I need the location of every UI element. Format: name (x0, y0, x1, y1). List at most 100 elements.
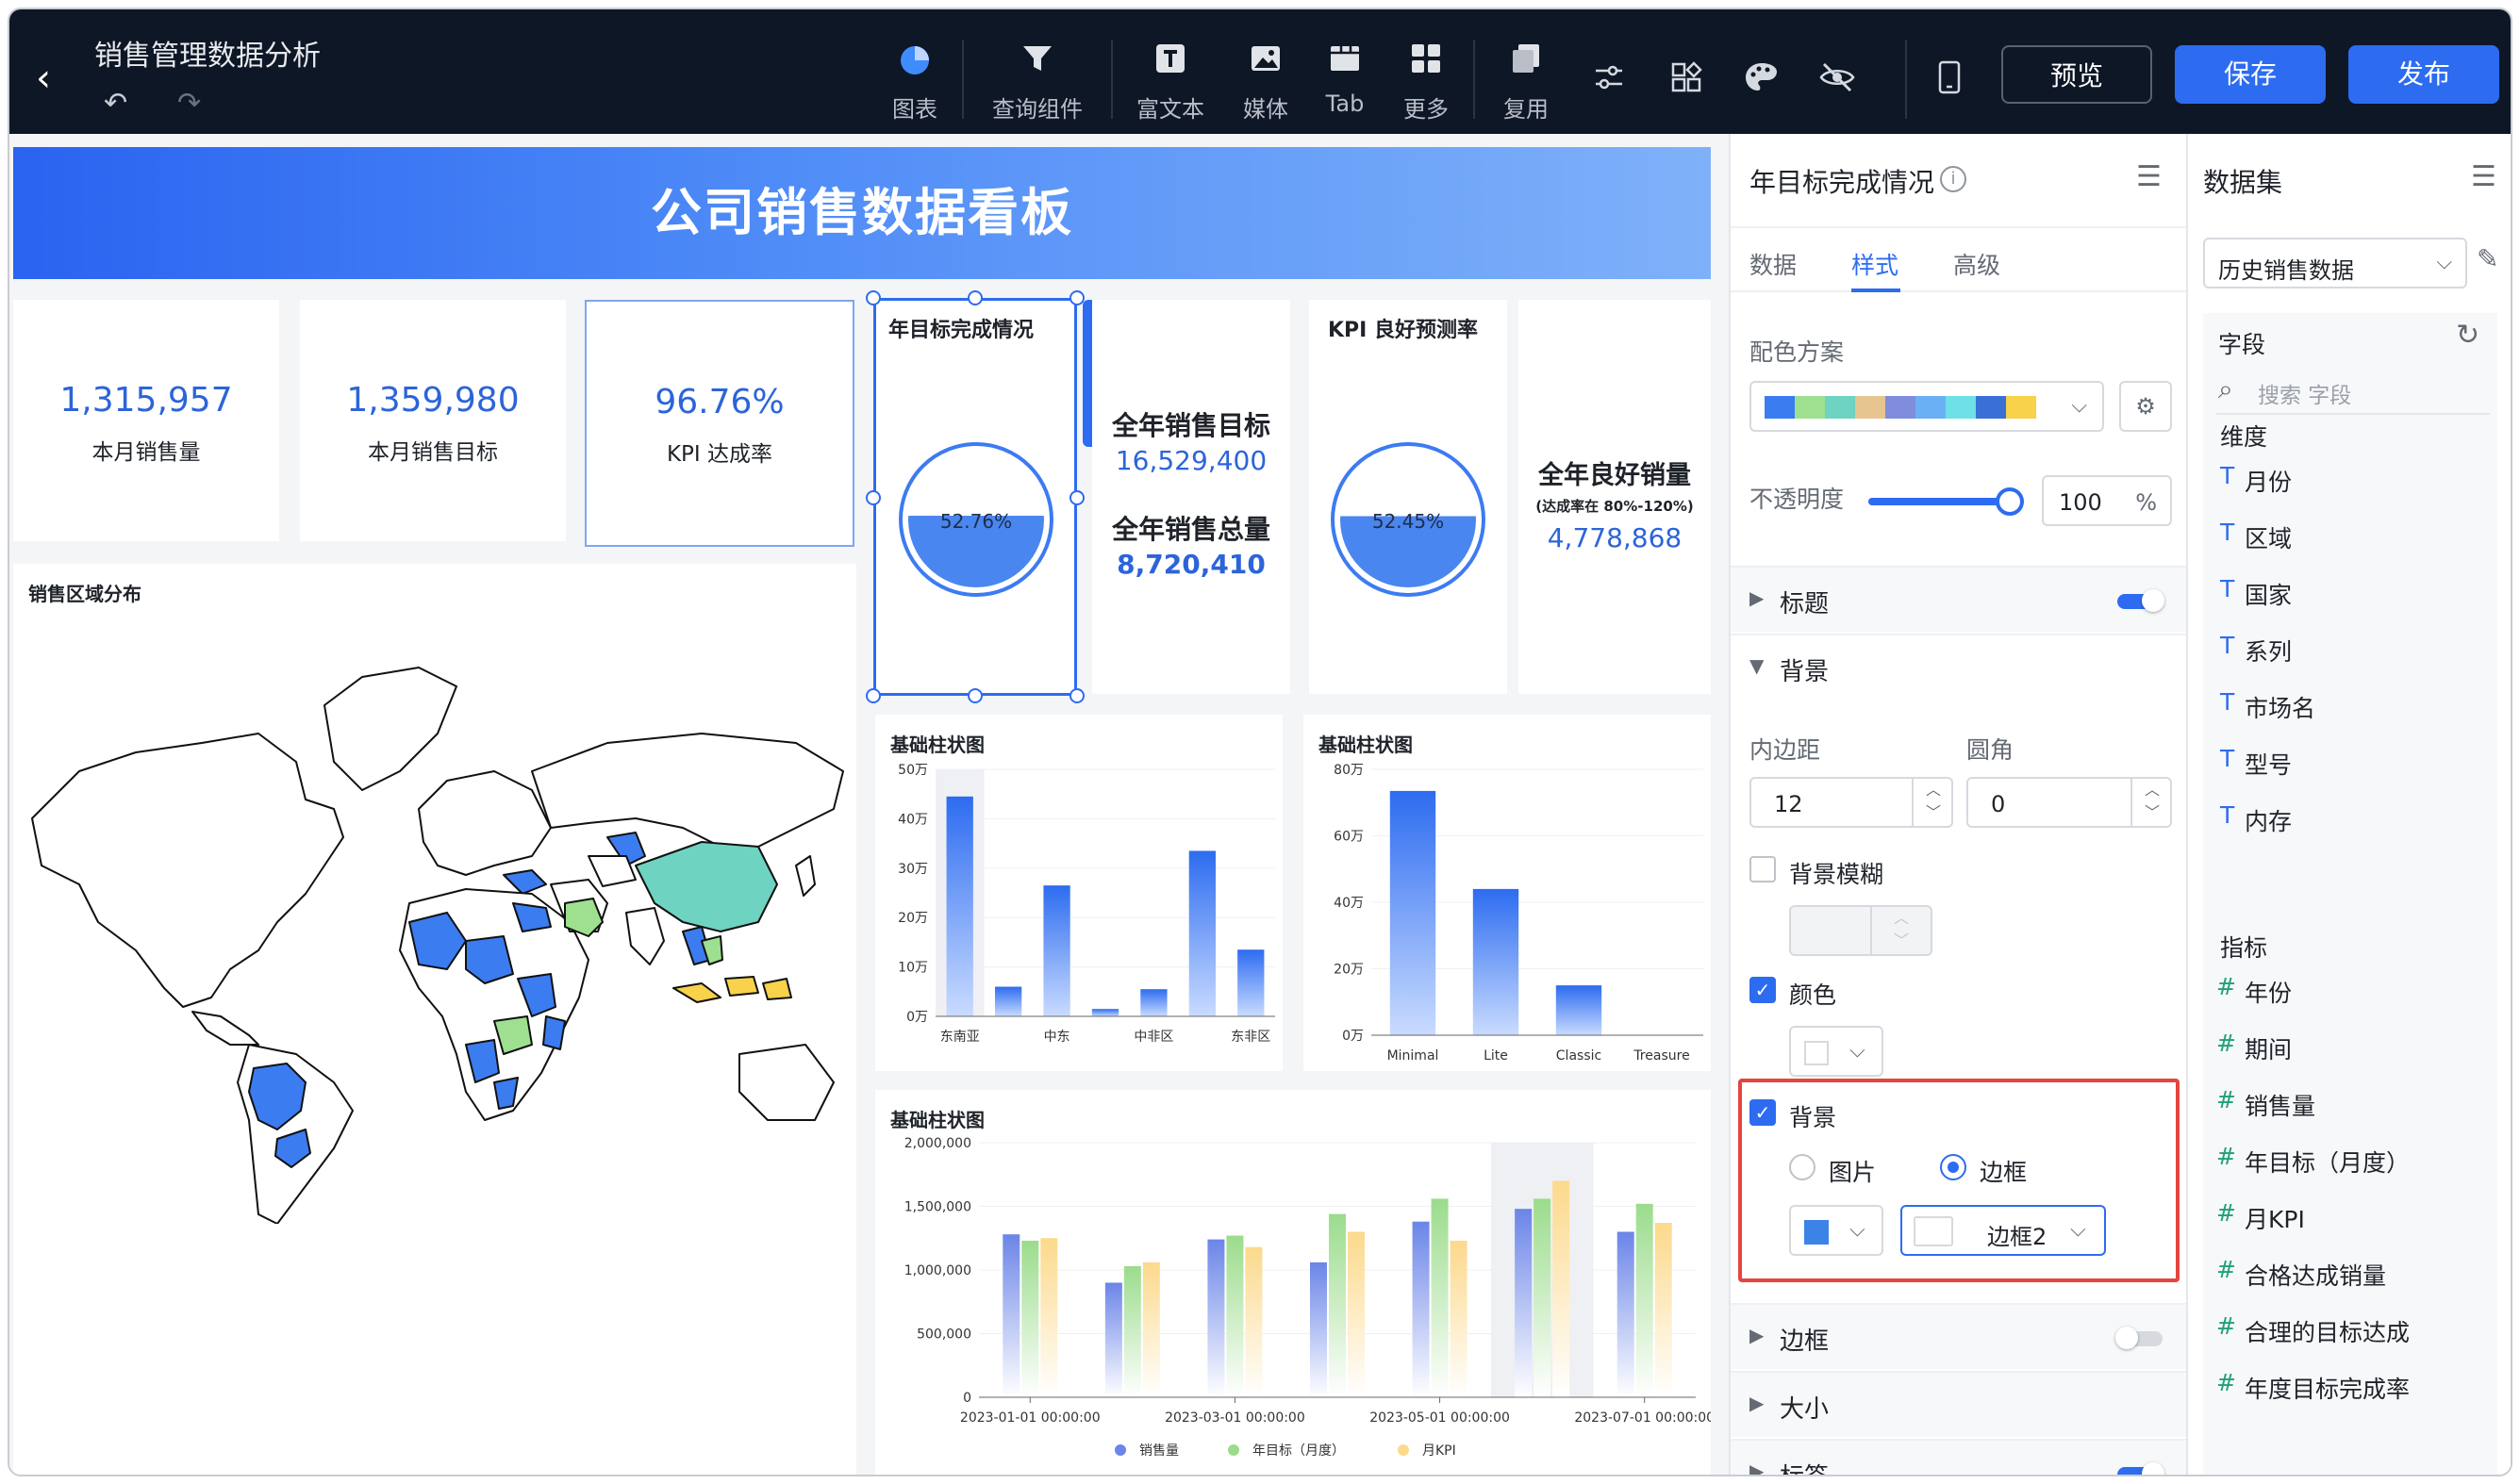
blur-checkbox[interactable] (1749, 856, 1776, 882)
resize-handle[interactable] (1069, 490, 1085, 505)
section-title[interactable]: ▶ 标题 (1731, 566, 2186, 632)
bar (1188, 850, 1216, 1016)
selection-frame[interactable] (873, 298, 1077, 696)
bg-color-picker[interactable]: ⌵ (1789, 1205, 1883, 1256)
publish-button[interactable]: 发布 (2348, 45, 2499, 104)
back-icon[interactable]: ‹ (36, 57, 51, 100)
opacity-slider-track[interactable] (1868, 487, 2024, 516)
measure-field[interactable]: # 期间 (2188, 1018, 2511, 1075)
info-icon[interactable]: i (1940, 166, 1966, 192)
tool-chart[interactable]: 图表 (877, 41, 953, 124)
preview-button[interactable]: 预览 (2001, 45, 2152, 104)
tab-data[interactable]: 数据 (1749, 247, 1797, 281)
kpi-card-kpi-rate[interactable]: 96.76% KPI 达成率 (585, 300, 854, 547)
tool-richtext[interactable]: 富文本 (1128, 41, 1213, 124)
resize-handle[interactable] (1069, 688, 1085, 703)
report-title[interactable]: 销售管理数据分析 (94, 32, 321, 74)
radio-image[interactable] (1789, 1154, 1815, 1180)
map-card[interactable]: 销售区域分布 (13, 564, 856, 1475)
refresh-icon[interactable]: ↻ (2456, 319, 2479, 352)
sliders-icon[interactable] (1592, 60, 1626, 103)
border-toggle[interactable] (2115, 1327, 2163, 1349)
measure-field[interactable]: # 年度目标完成率 (2188, 1358, 2511, 1414)
measure-field[interactable]: # 年份 (2188, 962, 2511, 1018)
resize-handle[interactable] (866, 490, 881, 505)
tool-more[interactable]: 更多 (1388, 41, 1464, 124)
bar-chart-region[interactable]: 50万 40万 30万 20万 10万 0万东南亚 中东 中非区 东非区 (875, 752, 1283, 1071)
bar-chart-card-model[interactable]: 基础柱状图 80万 60万 40万 20万 0万 Minimal Lite Classic Tr… (1303, 715, 1711, 1071)
tool-query[interactable]: 查询组件 (981, 41, 1094, 124)
gauge-card-kpi-prediction[interactable]: KPI 良好预测率 52.45% (1309, 300, 1507, 694)
text-type-icon: T (2220, 745, 2235, 772)
radio-border[interactable] (1940, 1154, 1966, 1180)
bar-chart-card-region[interactable]: 基础柱状图 50万 40万 30万 20万 10万 0万 东南亚 中东 中非区 东非区 (875, 715, 1283, 1071)
good-sales-card[interactable]: 全年良好销量 (达成率在 80%-120%) 4,778,868 (1518, 300, 1711, 694)
padding-stepper[interactable]: 12 ︿ ﹀ (1749, 777, 1953, 828)
dimension-field[interactable]: T 型号 (2188, 734, 2511, 790)
collapse-panel-icon[interactable]: ☰ (2471, 160, 2496, 193)
bg-checkbox[interactable]: ✓ (1749, 1099, 1776, 1126)
opacity-input[interactable]: 100 % (2042, 475, 2172, 526)
grouped-bar-chart-card[interactable]: 基础柱状图 2,000,000 1,500,000 1,000,000 500,000… (875, 1090, 1711, 1476)
stepper-arrows-icon[interactable]: ︿ ﹀ (2130, 779, 2172, 826)
title-toggle[interactable] (2117, 589, 2164, 612)
measure-field[interactable]: # 合格达成销量 (2188, 1245, 2511, 1301)
dimension-field[interactable]: T 月份 (2188, 451, 2511, 507)
label-toggle[interactable] (2117, 1462, 2164, 1475)
measure-field[interactable]: # 年目标（月度） (2188, 1131, 2511, 1188)
redo-icon[interactable]: ↷ (177, 87, 201, 120)
stepper-arrows-icon[interactable]: ︿ ﹀ (1912, 779, 1953, 826)
section-background[interactable]: ▼ 背景 (1731, 634, 2186, 700)
color-checkbox[interactable]: ✓ (1749, 977, 1776, 1003)
number-type-icon: # (2216, 1143, 2236, 1170)
dashboard-banner[interactable]: 公司销售数据看板 (13, 147, 1711, 279)
border-style-select[interactable]: 边框2 ⌵ (1900, 1205, 2106, 1256)
layout-icon[interactable] (1669, 60, 1703, 103)
measure-field[interactable]: # 销售量 (2188, 1075, 2511, 1131)
resize-handle[interactable] (866, 290, 881, 305)
palette-icon[interactable] (1743, 60, 1781, 103)
good-sales-sub: (达成率在 80%-120%) (1535, 498, 1694, 515)
world-map[interactable] (23, 639, 853, 1224)
bar-chart-model[interactable]: 80万 60万 40万 20万 0万 Minimal Lite Classic Treasure (1303, 752, 1711, 1071)
mobile-icon[interactable] (1935, 60, 1964, 103)
resize-handle[interactable] (968, 290, 983, 305)
resize-handle[interactable] (968, 688, 983, 703)
dimension-field[interactable]: T 内存 (2188, 790, 2511, 847)
dimension-field[interactable]: T 市场名 (2188, 677, 2511, 734)
save-button[interactable]: 保存 (2175, 45, 2326, 104)
annual-target-card[interactable]: 全年销售目标 16,529,400 全年销售总量 8,720,410 (1092, 300, 1290, 694)
section-label[interactable]: ▶ 标签 (1731, 1439, 2186, 1475)
grouped-bar-chart[interactable]: 2,000,000 1,500,000 1,000,000 500,000 0 2023-… (875, 1124, 1711, 1476)
chevron-down-icon: ⌵ (2070, 1218, 2086, 1242)
kpi-card-monthly-target[interactable]: 1,359,980 本月销售目标 (300, 300, 566, 541)
hide-eye-icon[interactable] (1818, 60, 1856, 103)
tool-media[interactable]: 媒体 (1228, 41, 1303, 124)
dimension-field[interactable]: T 系列 (2188, 620, 2511, 677)
measure-field[interactable]: # 合理的目标达成 (2188, 1301, 2511, 1358)
resize-handle[interactable] (866, 688, 881, 703)
undo-icon[interactable]: ↶ (104, 87, 127, 120)
dashboard-canvas: 公司销售数据看板 1,315,957 本月销售量 1,359,980 本月销售目… (9, 134, 1729, 1476)
stepper-arrows-icon[interactable]: ︿ ﹀ (1870, 907, 1931, 954)
tab-style[interactable]: 样式 (1851, 247, 1898, 281)
dimension-field[interactable]: T 区域 (2188, 507, 2511, 564)
dimension-field[interactable]: T 国家 (2188, 564, 2511, 620)
edit-icon[interactable]: ✎ (2477, 243, 2498, 274)
kpi-card-monthly-sales[interactable]: 1,315,957 本月销售量 (13, 300, 279, 541)
field-search[interactable]: ⌕ 搜索 字段 (2216, 368, 2490, 415)
palette-settings-button[interactable]: ⚙ (2119, 381, 2172, 432)
blur-stepper[interactable]: ︿ ﹀ (1789, 905, 1932, 956)
color-picker[interactable]: ⌵ (1789, 1026, 1883, 1077)
tool-tab[interactable]: Tab (1307, 41, 1383, 117)
opacity-slider-knob[interactable] (1996, 487, 2024, 516)
dataset-select[interactable]: 历史销售数据 ⌵ (2203, 238, 2467, 289)
color-scheme-select[interactable]: ⌵ (1749, 381, 2104, 432)
collapse-panel-icon[interactable]: ☰ (2136, 160, 2162, 193)
tab-advanced[interactable]: 高级 (1953, 247, 2000, 281)
tool-reuse[interactable]: 复用 (1488, 41, 1564, 124)
section-border[interactable]: ▶ 边框 (1731, 1303, 2186, 1369)
section-size[interactable]: ▶ 大小 (1731, 1371, 2186, 1437)
radius-stepper[interactable]: 0 ︿ ﹀ (1966, 777, 2172, 828)
measure-field[interactable]: # 月KPI (2188, 1188, 2511, 1245)
